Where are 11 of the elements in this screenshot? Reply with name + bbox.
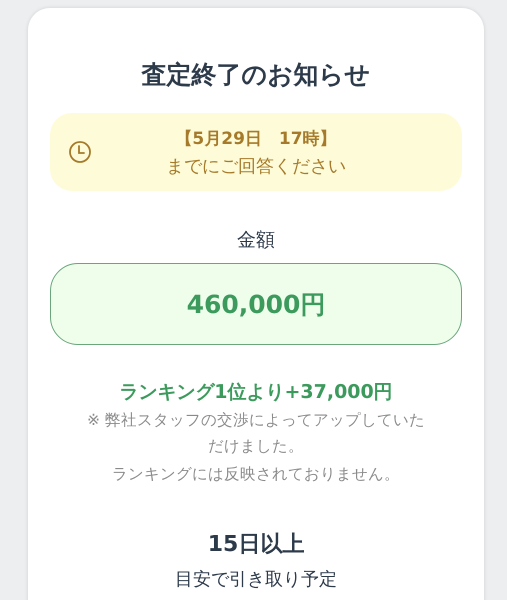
- deadline-date: 【5月29日 17時】: [175, 128, 337, 150]
- note-text: ※ 弊社スタッフの交渉によってアップしていただけました。: [86, 410, 426, 457]
- bonus-text: ランキング1位より+37,000円: [119, 380, 393, 405]
- pickup-text: 目安で引き取り予定: [175, 568, 337, 591]
- amount-label: 金額: [237, 228, 275, 253]
- amount-box: 460,000円: [50, 263, 462, 345]
- clock-icon: [68, 140, 92, 164]
- note-text: ランキングには反映されておりません。: [112, 464, 400, 485]
- deadline-text: までにご回答ください: [166, 154, 346, 178]
- card-title: 査定終了のお知らせ: [142, 59, 370, 91]
- pickup-period: 15日以上: [208, 531, 304, 559]
